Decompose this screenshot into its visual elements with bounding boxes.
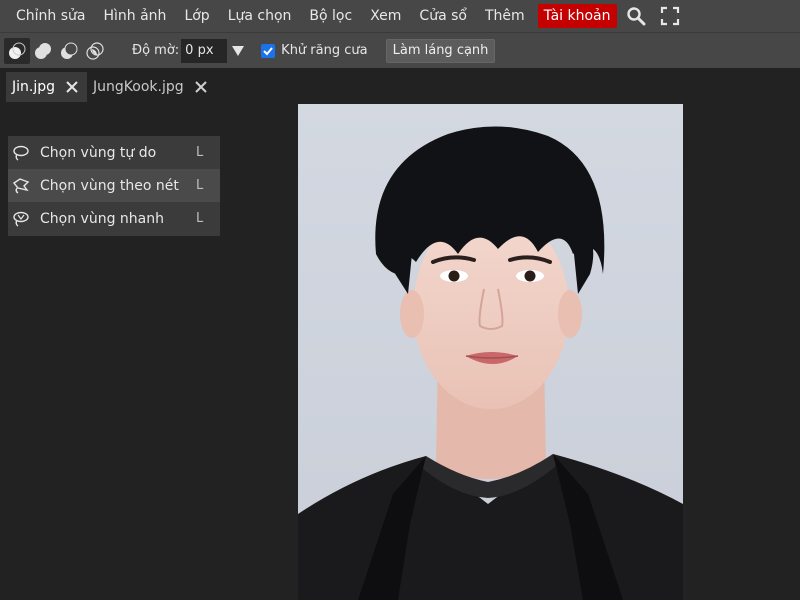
magnetic-lasso-icon xyxy=(11,209,31,229)
add-selection-icon[interactable] xyxy=(30,38,56,64)
portrait-photo[interactable] xyxy=(298,104,683,600)
antialias-label[interactable]: Khử răng cưa xyxy=(281,43,367,58)
close-icon[interactable] xyxy=(65,80,79,94)
shortcut-key: L xyxy=(196,145,204,160)
menu-filter[interactable]: Bộ lọc xyxy=(300,4,361,28)
refine-edge-button[interactable]: Làm láng cạnh xyxy=(385,38,496,63)
subtract-selection-icon[interactable] xyxy=(56,38,82,64)
feather-dropdown-icon[interactable] xyxy=(231,44,245,58)
flyout-item-label: Chọn vùng nhanh xyxy=(40,210,164,227)
feather-input[interactable] xyxy=(181,38,228,63)
feather-label: Độ mờ: xyxy=(132,43,180,58)
menu-more[interactable]: Thêm xyxy=(476,4,534,28)
menu-select[interactable]: Lựa chọn xyxy=(219,4,301,28)
magnetic-lasso-tool-item[interactable]: Chọn vùng nhanh L xyxy=(8,202,220,235)
flyout-item-label: Chọn vùng theo nét xyxy=(40,177,179,194)
new-selection-icon[interactable] xyxy=(4,37,30,64)
polygonal-lasso-icon xyxy=(11,176,31,196)
tab-label: Jin.jpg xyxy=(12,79,56,95)
lasso-tool-item[interactable]: Chọn vùng tự do L xyxy=(8,136,220,169)
menu-bar: Chỉnh sửa Hình ảnh Lớp Lựa chọn Bộ lọc X… xyxy=(0,0,800,32)
flyout-item-label: Chọn vùng tự do xyxy=(40,144,157,161)
account-button[interactable]: Tài khoản xyxy=(537,4,617,28)
options-bar: Độ mờ: Khử răng cưa Làm láng cạnh xyxy=(0,32,800,68)
tab-label: JungKook.jpg xyxy=(93,79,184,95)
document-tabs: Jin.jpg JungKook.jpg xyxy=(0,68,800,102)
antialias-checkbox[interactable] xyxy=(261,43,276,58)
tab-jin[interactable]: Jin.jpg xyxy=(6,72,88,102)
menu-view[interactable]: Xem xyxy=(361,4,410,28)
menu-edit[interactable]: Chỉnh sửa xyxy=(7,4,94,28)
menu-window[interactable]: Cửa sổ xyxy=(410,4,476,28)
shortcut-key: L xyxy=(196,211,204,226)
fullscreen-icon[interactable] xyxy=(655,2,685,30)
menu-layer[interactable]: Lớp xyxy=(175,4,218,28)
menu-image[interactable]: Hình ảnh xyxy=(94,4,175,28)
intersect-selection-icon[interactable] xyxy=(82,38,108,64)
lasso-tool-flyout: Chọn vùng tự do L Chọn vùng theo nét L C… xyxy=(8,136,220,236)
polygonal-lasso-tool-item[interactable]: Chọn vùng theo nét L xyxy=(8,169,220,202)
lasso-icon xyxy=(11,143,31,163)
shortcut-key: L xyxy=(196,178,204,193)
close-icon[interactable] xyxy=(194,80,208,94)
search-icon[interactable] xyxy=(621,2,651,30)
tab-jungkook[interactable]: JungKook.jpg xyxy=(87,72,216,102)
